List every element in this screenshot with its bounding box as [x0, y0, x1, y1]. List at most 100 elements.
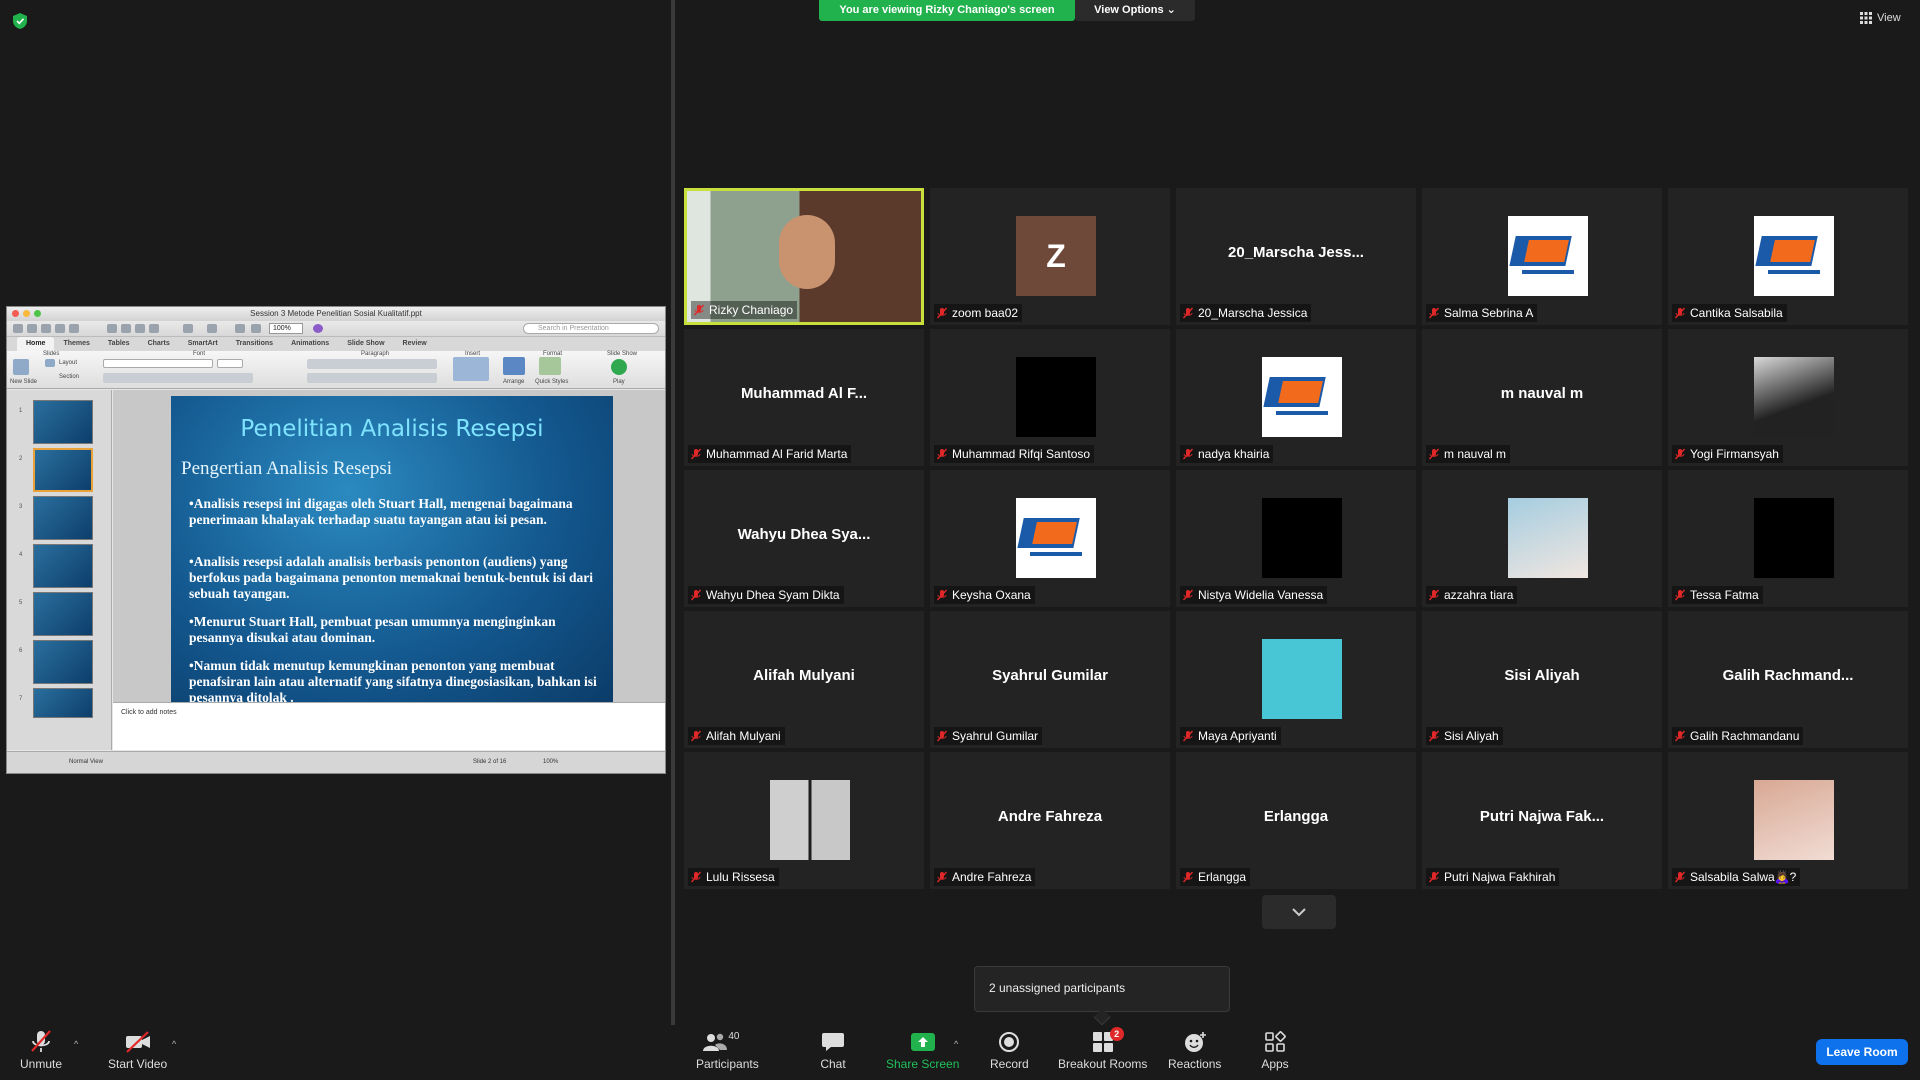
slide-editing-area[interactable]: Penelitian Analisis Resepsi Pengertian A…	[113, 390, 665, 702]
participants-button[interactable]: 40 Participants	[696, 1029, 759, 1071]
participant-tile[interactable]: 20_Marscha Jess... 20_Marscha Jessica	[1176, 188, 1416, 325]
template-icon[interactable]	[27, 324, 37, 333]
slide-subtitle[interactable]: Pengertian Analisis Resepsi	[181, 458, 392, 480]
participant-tile[interactable]: Galih Rachmand... Galih Rachmandanu	[1668, 611, 1908, 748]
maximize-dot-icon[interactable]	[34, 310, 41, 317]
slide-thumbnail-4[interactable]	[33, 544, 93, 588]
participant-tile[interactable]: Salsabila Salwa🙇‍♀️?	[1668, 752, 1908, 889]
participant-tile[interactable]: Yogi Firmansyah	[1668, 329, 1908, 466]
view-options-button[interactable]: View Options ⌄	[1075, 0, 1195, 21]
save-icon[interactable]	[55, 324, 65, 333]
section-label[interactable]: Section	[59, 374, 79, 380]
play-icon[interactable]	[611, 359, 627, 375]
participant-tile[interactable]: Sisi Aliyah Sisi Aliyah	[1422, 611, 1662, 748]
redo-icon[interactable]	[207, 324, 217, 333]
chat-button[interactable]: Chat	[818, 1029, 848, 1071]
paragraph-list-buttons[interactable]	[307, 359, 437, 369]
participant-tile[interactable]: Andre Fahreza Andre Fahreza	[930, 752, 1170, 889]
tab-animations[interactable]: Animations	[282, 337, 338, 351]
slide-thumbnail-1[interactable]	[33, 400, 93, 444]
slide-bullet[interactable]: •Analisis resepsi adalah analisis berbas…	[189, 554, 609, 602]
breakout-rooms-button[interactable]: 2 Breakout Rooms	[1058, 1027, 1147, 1071]
participant-tile[interactable]: Tessa Fatma	[1668, 470, 1908, 607]
insert-shapes-icon[interactable]	[453, 357, 489, 381]
participant-tile[interactable]: Alifah Mulyani Alifah Mulyani	[684, 611, 924, 748]
close-dot-icon[interactable]	[12, 310, 19, 317]
security-shield-icon[interactable]	[12, 12, 28, 30]
reactions-button[interactable]: Reactions	[1168, 1029, 1221, 1071]
slide-bullet[interactable]: •Analisis resepsi ini digagas oleh Stuar…	[189, 496, 609, 528]
participant-tile[interactable]: Erlangga Erlangga	[1176, 752, 1416, 889]
tab-themes[interactable]: Themes	[54, 337, 98, 351]
participant-tile[interactable]: Syahrul Gumilar Syahrul Gumilar	[930, 611, 1170, 748]
layout-label[interactable]: Layout	[59, 360, 77, 366]
font-format-buttons[interactable]	[103, 373, 253, 383]
font-size-select[interactable]	[217, 359, 243, 368]
slide-thumbnail-3[interactable]	[33, 496, 93, 540]
current-slide[interactable]: Penelitian Analisis Resepsi Pengertian A…	[171, 396, 613, 702]
start-video-button[interactable]: Start Video	[108, 1029, 167, 1071]
new-file-icon[interactable]	[13, 324, 23, 333]
slide-thumbnail-6[interactable]	[33, 640, 93, 684]
participant-tile[interactable]: Rizky Chaniago	[684, 188, 924, 325]
minimize-dot-icon[interactable]	[23, 310, 30, 317]
tab-review[interactable]: Review	[394, 337, 436, 351]
copy-icon[interactable]	[121, 324, 131, 333]
participant-tile[interactable]: Salma Sebrina A	[1422, 188, 1662, 325]
video-options-caret-icon[interactable]: ^	[172, 1039, 176, 1049]
participant-tile[interactable]: nadya khairia	[1176, 329, 1416, 466]
cut-icon[interactable]	[107, 324, 117, 333]
slide-bullet[interactable]: •Namun tidak menutup kemungkinan penonto…	[189, 658, 609, 702]
slide-title[interactable]: Penelitian Analisis Resepsi	[171, 416, 613, 442]
participant-tile[interactable]: Nistya Widelia Vanessa	[1176, 470, 1416, 607]
help-icon[interactable]	[313, 324, 323, 333]
participant-tile[interactable]: Muhammad Al F... Muhammad Al Farid Marta	[684, 329, 924, 466]
participant-tile[interactable]: Keysha Oxana	[930, 470, 1170, 607]
slide-thumbnails-panel[interactable]: 1 2 3 4 5 6 7	[7, 390, 112, 750]
new-slide-label[interactable]: New Slide	[10, 379, 37, 385]
undo-icon[interactable]	[183, 324, 193, 333]
open-icon[interactable]	[41, 324, 51, 333]
tab-tables[interactable]: Tables	[99, 337, 139, 351]
participant-tile[interactable]: azzahra tiara	[1422, 470, 1662, 607]
quick-styles-icon[interactable]	[539, 357, 561, 375]
notes-pane[interactable]: Click to add notes	[113, 702, 665, 750]
layout-icon[interactable]	[45, 359, 55, 367]
zoom-select[interactable]: 100%	[269, 323, 303, 334]
gallery-icon[interactable]	[251, 324, 261, 333]
slide-bullet[interactable]: •Menurut Stuart Hall, pembuat pesan umum…	[189, 614, 609, 646]
slide-thumbnail-5[interactable]	[33, 592, 93, 636]
slide-thumbnail-7[interactable]	[33, 688, 93, 718]
paste-icon[interactable]	[135, 324, 145, 333]
share-options-caret-icon[interactable]: ^	[954, 1039, 958, 1049]
paragraph-align-buttons[interactable]	[307, 373, 437, 383]
leave-room-button[interactable]: Leave Room	[1816, 1039, 1908, 1065]
play-label[interactable]: Play	[613, 379, 625, 385]
participant-tile[interactable]: Wahyu Dhea Sya... Wahyu Dhea Syam Dikta	[684, 470, 924, 607]
tab-smartart[interactable]: SmartArt	[179, 337, 227, 351]
share-screen-button[interactable]: Share Screen	[886, 1029, 959, 1071]
new-slide-icon[interactable]	[13, 359, 29, 375]
gallery-next-page-button[interactable]	[1262, 895, 1336, 929]
participant-tile[interactable]: Maya Apriyanti	[1176, 611, 1416, 748]
quick-styles-label[interactable]: Quick Styles	[535, 379, 568, 385]
participant-tile[interactable]: Muhammad Rifqi Santoso	[930, 329, 1170, 466]
tab-charts[interactable]: Charts	[139, 337, 179, 351]
arrange-label[interactable]: Arrange	[503, 379, 524, 385]
participant-tile[interactable]: Cantika Salsabila	[1668, 188, 1908, 325]
tab-home[interactable]: Home	[17, 337, 55, 351]
record-button[interactable]: Record	[990, 1029, 1029, 1071]
slide-show-icon[interactable]	[235, 324, 245, 333]
pane-divider[interactable]	[671, 0, 675, 1025]
participant-tile[interactable]: m nauval m m nauval m	[1422, 329, 1662, 466]
tab-transitions[interactable]: Transitions	[227, 337, 282, 351]
slide-thumbnail-2[interactable]	[33, 448, 93, 492]
participant-tile[interactable]: Putri Najwa Fak... Putri Najwa Fakhirah	[1422, 752, 1662, 889]
print-icon[interactable]	[69, 324, 79, 333]
unmute-button[interactable]: Unmute	[20, 1029, 62, 1071]
view-button[interactable]: View	[1860, 12, 1901, 24]
apps-button[interactable]: Apps	[1260, 1029, 1290, 1071]
ppt-search-input[interactable]: Search in Presentation	[523, 323, 659, 334]
font-name-select[interactable]	[103, 359, 213, 368]
tab-slide-show[interactable]: Slide Show	[338, 337, 393, 351]
